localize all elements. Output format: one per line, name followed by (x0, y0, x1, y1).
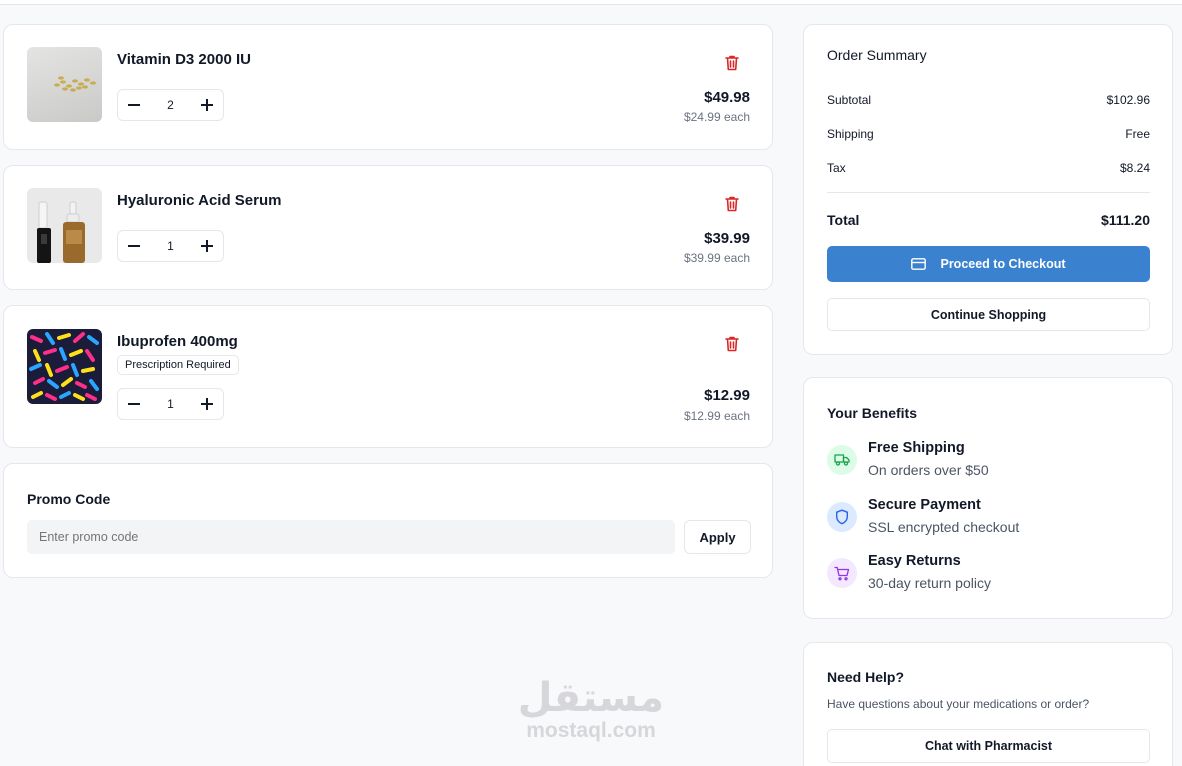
benefit-subtitle: 30-day return policy (868, 575, 991, 591)
decrease-button[interactable] (126, 238, 142, 254)
unit-price: $12.99 each (683, 409, 750, 423)
trash-icon[interactable] (724, 195, 740, 213)
benefit-title: Free Shipping (868, 440, 965, 456)
benefit-subtitle: On orders over $50 (868, 462, 989, 478)
summary-divider (827, 192, 1150, 193)
watermark-latin: mostaql.com (526, 719, 656, 742)
order-summary-title: Order Summary (827, 47, 927, 63)
help-subtitle: Have questions about your medications or… (827, 697, 1090, 711)
quantity-stepper: 1 (117, 388, 224, 420)
trash-icon[interactable] (724, 54, 740, 72)
quantity-value: 1 (167, 397, 174, 411)
product-image-vitamin-d3[interactable] (27, 47, 102, 122)
product-image-hyaluronic-serum[interactable] (27, 188, 102, 263)
line-total: $39.99 (704, 230, 750, 247)
promo-code-input[interactable] (27, 520, 675, 554)
cart-item: Hyaluronic Acid Serum 1 $39.99 $39.99 ea… (3, 165, 773, 290)
product-image-ibuprofen[interactable] (27, 329, 102, 404)
decrease-button[interactable] (126, 97, 142, 113)
total-value: $111.20 (1100, 212, 1150, 228)
subtotal-label: Subtotal (827, 93, 872, 107)
benefits-title: Your Benefits (827, 405, 917, 421)
quantity-stepper: 1 (117, 230, 224, 262)
total-label: Total (827, 212, 860, 228)
subtotal-row: Subtotal $102.96 (827, 93, 1150, 107)
benefits-card: Your Benefits Free Shipping On orders ov… (803, 377, 1173, 619)
product-name[interactable]: Ibuprofen 400mg (117, 333, 238, 350)
decrease-button[interactable] (126, 396, 142, 412)
truck-icon (834, 454, 850, 466)
cart-item: Vitamin D3 2000 IU 2 $49.98 $24.99 each (3, 24, 773, 150)
proceed-to-checkout-button[interactable]: Proceed to Checkout (827, 246, 1150, 282)
unit-price: $24.99 each (683, 110, 750, 124)
credit-card-icon (911, 258, 927, 270)
help-card: Need Help? Have questions about your med… (803, 642, 1173, 766)
checkout-label: Proceed to Checkout (940, 257, 1066, 271)
shield-icon (836, 509, 848, 525)
total-row: Total $111.20 (827, 212, 1150, 228)
line-total: $49.98 (704, 89, 750, 106)
shipping-label: Shipping (827, 127, 874, 141)
unit-price: $39.99 each (683, 251, 750, 265)
minus-icon (128, 104, 140, 106)
quantity-value: 1 (167, 239, 174, 253)
watermark-arabic: مستقل (517, 675, 665, 721)
shipping-value: Free (1125, 127, 1150, 141)
cart-icon (834, 566, 850, 580)
increase-button[interactable] (199, 396, 215, 412)
shipping-row: Shipping Free (827, 127, 1150, 141)
product-name[interactable]: Hyaluronic Acid Serum (117, 192, 282, 209)
order-summary-card: Order Summary Subtotal $102.96 Shipping … (803, 24, 1173, 355)
cart-item: Ibuprofen 400mg Prescription Required 1 … (3, 305, 773, 448)
promo-card: Promo Code Apply (3, 463, 773, 578)
tax-label: Tax (827, 161, 846, 175)
prescription-badge: Prescription Required (117, 355, 239, 375)
tax-row: Tax $8.24 (827, 161, 1150, 175)
trash-icon[interactable] (724, 335, 740, 353)
top-bar (0, 0, 1182, 5)
quantity-stepper: 2 (117, 89, 224, 121)
benefit-title: Secure Payment (868, 497, 981, 513)
product-name[interactable]: Vitamin D3 2000 IU (117, 51, 251, 68)
minus-icon (128, 403, 140, 405)
line-total: $12.99 (704, 387, 750, 404)
help-title: Need Help? (827, 669, 905, 685)
minus-icon (128, 245, 140, 247)
benefit-title: Easy Returns (868, 553, 961, 569)
quantity-value: 2 (167, 98, 174, 112)
tax-value: $8.24 (1119, 161, 1150, 175)
subtotal-value: $102.96 (1106, 93, 1150, 107)
apply-button[interactable]: Apply (684, 520, 751, 554)
benefit-subtitle: SSL encrypted checkout (868, 519, 1020, 535)
increase-button[interactable] (199, 97, 215, 113)
promo-title: Promo Code (27, 491, 111, 507)
watermark: مستقل mostaql.com (517, 675, 665, 742)
increase-button[interactable] (199, 238, 215, 254)
chat-with-pharmacist-button[interactable]: Chat with Pharmacist (827, 729, 1150, 763)
continue-shopping-button[interactable]: Continue Shopping (827, 298, 1150, 331)
